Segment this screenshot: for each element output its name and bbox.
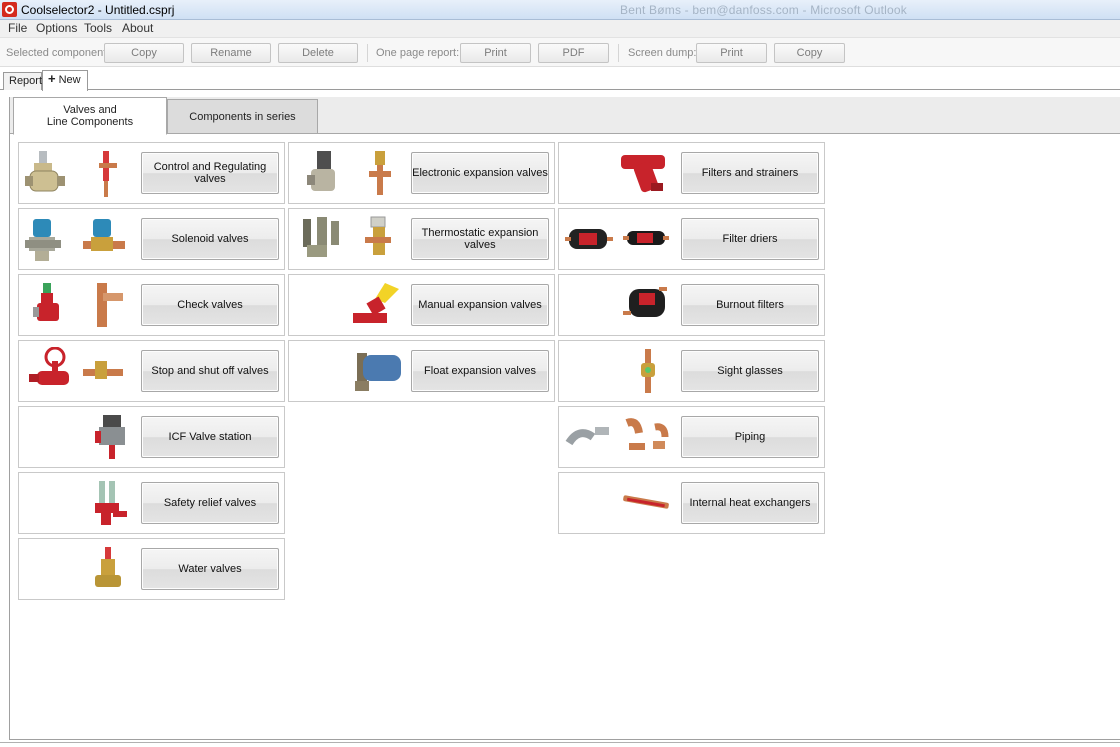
strainer-icon bbox=[621, 155, 665, 193]
toolbar: Selected component: Copy Rename Delete O… bbox=[0, 37, 1120, 67]
document-tabs: Report + New bbox=[0, 67, 1120, 91]
tab-valves-label: Valves and Line Components bbox=[46, 104, 134, 128]
thermostatic-expansion-valve-icon bbox=[303, 216, 391, 257]
card-sight-glasses: Sight glasses bbox=[558, 340, 825, 402]
component-browser: Valves and Line Components Components in … bbox=[9, 97, 1120, 740]
safety-relief-valves-button[interactable]: Safety relief valves bbox=[141, 482, 279, 524]
burnout-filters-button[interactable]: Burnout filters bbox=[681, 284, 819, 326]
card-float-expansion-valves: Float expansion valves bbox=[288, 340, 555, 402]
report-print-button[interactable]: Print bbox=[460, 43, 531, 63]
water-valve-icon bbox=[95, 547, 121, 587]
tab-report-label: Report bbox=[9, 75, 43, 87]
card-water-valves: Water valves bbox=[18, 538, 285, 600]
card-internal-heat-exchangers: Internal heat exchangers bbox=[558, 472, 825, 534]
card-thermostatic-expansion-valves: Thermostatic expansion valves bbox=[288, 208, 555, 270]
report-pdf-button[interactable]: PDF bbox=[538, 43, 609, 63]
background-window-title: Bent Bøms - bem@danfoss.com - Microsoft … bbox=[620, 3, 907, 17]
app-logo-icon bbox=[2, 2, 17, 17]
plus-icon: + bbox=[48, 71, 56, 86]
tab-report[interactable]: Report bbox=[3, 72, 42, 90]
tab-components-in-series[interactable]: Components in series bbox=[167, 99, 318, 134]
sight-glasses-button[interactable]: Sight glasses bbox=[681, 350, 819, 392]
screen-dump-copy-button[interactable]: Copy bbox=[774, 43, 845, 63]
piping-icon bbox=[565, 418, 669, 450]
icf-valve-station-button[interactable]: ICF Valve station bbox=[141, 416, 279, 458]
card-electronic-expansion-valves: Electronic expansion valves bbox=[288, 142, 555, 204]
filters-strainers-button[interactable]: Filters and strainers bbox=[681, 152, 819, 194]
control-valve-icon bbox=[25, 151, 117, 197]
stop-shut-off-valves-button[interactable]: Stop and shut off valves bbox=[141, 350, 279, 392]
burnout-filter-icon bbox=[623, 287, 667, 317]
piping-button[interactable]: Piping bbox=[681, 416, 819, 458]
water-valves-button[interactable]: Water valves bbox=[141, 548, 279, 590]
electronic-expansion-valves-button[interactable]: Electronic expansion valves bbox=[411, 152, 549, 194]
window-title: Coolselector2 - Untitled.csprj bbox=[21, 3, 175, 17]
manual-expansion-valves-button[interactable]: Manual expansion valves bbox=[411, 284, 549, 326]
toolbar-divider bbox=[618, 44, 619, 62]
title-bar: Coolselector2 - Untitled.csprj Bent Bøms… bbox=[0, 0, 1120, 20]
check-valves-button[interactable]: Check valves bbox=[141, 284, 279, 326]
card-control-regulating-valves: Control and Regulating valves bbox=[18, 142, 285, 204]
card-filter-driers: Filter driers bbox=[558, 208, 825, 270]
menu-tools[interactable]: Tools bbox=[84, 21, 112, 35]
status-divider bbox=[0, 742, 1120, 743]
card-solenoid-valves: Solenoid valves bbox=[18, 208, 285, 270]
tab-valves-line-components[interactable]: Valves and Line Components bbox=[13, 97, 167, 135]
thermostatic-expansion-valves-button[interactable]: Thermostatic expansion valves bbox=[411, 218, 549, 260]
menu-about[interactable]: About bbox=[122, 21, 153, 35]
card-filters-strainers: Filters and strainers bbox=[558, 142, 825, 204]
heat-exchanger-icon bbox=[623, 495, 669, 509]
check-valve-icon bbox=[33, 283, 123, 327]
manual-expansion-valve-icon bbox=[353, 283, 399, 323]
delete-component-button[interactable]: Delete bbox=[278, 43, 358, 63]
screen-dump-print-button[interactable]: Print bbox=[696, 43, 767, 63]
stop-valve-icon bbox=[29, 347, 123, 385]
menu-file[interactable]: File bbox=[8, 21, 27, 35]
control-regulating-valves-button[interactable]: Control and Regulating valves bbox=[141, 152, 279, 194]
electronic-expansion-valve-icon bbox=[307, 151, 391, 195]
float-expansion-valve-icon bbox=[355, 353, 401, 391]
card-burnout-filters: Burnout filters bbox=[558, 274, 825, 336]
icf-valve-station-icon bbox=[95, 415, 125, 459]
card-manual-expansion-valves: Manual expansion valves bbox=[288, 274, 555, 336]
one-page-report-label: One page report: bbox=[376, 47, 460, 59]
float-expansion-valves-button[interactable]: Float expansion valves bbox=[411, 350, 549, 392]
filter-driers-button[interactable]: Filter driers bbox=[681, 218, 819, 260]
screen-dump-label: Screen dump: bbox=[628, 47, 697, 59]
menu-options[interactable]: Options bbox=[36, 21, 77, 35]
tab-new-label: New bbox=[58, 74, 81, 86]
tab-series-label: Components in series bbox=[189, 110, 296, 123]
card-safety-relief-valves: Safety relief valves bbox=[18, 472, 285, 534]
menu-bar: File Options Tools About bbox=[0, 20, 1120, 37]
card-icf-valve-station: ICF Valve station bbox=[18, 406, 285, 468]
safety-relief-valve-icon bbox=[95, 481, 127, 525]
internal-heat-exchangers-button[interactable]: Internal heat exchangers bbox=[681, 482, 819, 524]
card-piping: Piping bbox=[558, 406, 825, 468]
card-check-valves: Check valves bbox=[18, 274, 285, 336]
tab-new[interactable]: + New bbox=[42, 70, 88, 91]
card-stop-shut-off-valves: Stop and shut off valves bbox=[18, 340, 285, 402]
toolbar-divider bbox=[367, 44, 368, 62]
solenoid-valves-button[interactable]: Solenoid valves bbox=[141, 218, 279, 260]
solenoid-valve-icon bbox=[25, 219, 125, 261]
copy-component-button[interactable]: Copy bbox=[104, 43, 184, 63]
filter-drier-icon bbox=[565, 229, 669, 249]
sight-glass-icon bbox=[641, 349, 655, 393]
selected-component-label: Selected component: bbox=[6, 47, 110, 59]
rename-component-button[interactable]: Rename bbox=[191, 43, 271, 63]
